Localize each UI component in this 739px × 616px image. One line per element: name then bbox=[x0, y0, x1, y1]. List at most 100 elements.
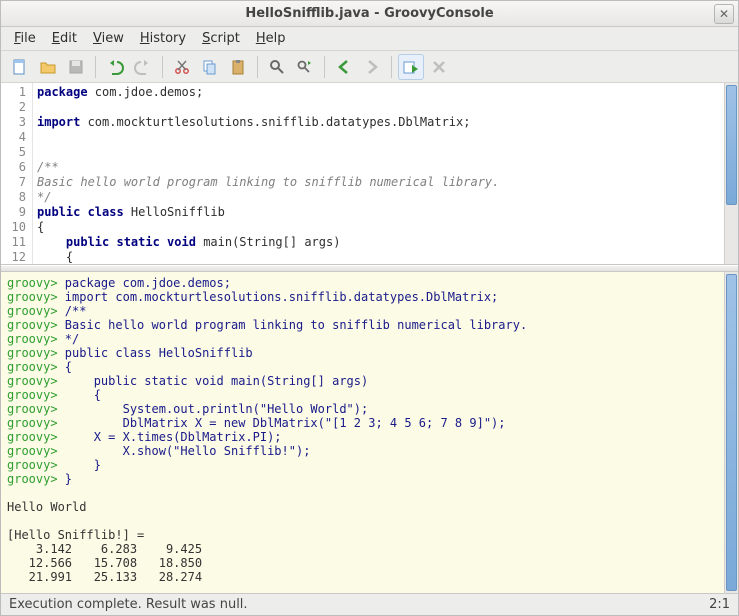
separator bbox=[324, 56, 325, 78]
open-file-button[interactable] bbox=[35, 54, 61, 80]
code-line: /** bbox=[37, 160, 720, 175]
copy-button[interactable] bbox=[197, 54, 223, 80]
code-line: Basic hello world program linking to sni… bbox=[37, 175, 720, 190]
code-line bbox=[37, 100, 720, 115]
undo-button[interactable] bbox=[102, 54, 128, 80]
output-panel: groovy> package com.jdoe.demos;groovy> i… bbox=[1, 272, 738, 593]
output-line: groovy> X.show("Hello Snifflib!"); bbox=[7, 444, 718, 458]
statusbar: Execution complete. Result was null. 2:1 bbox=[1, 593, 738, 615]
output-line: groovy> public static void main(String[]… bbox=[7, 374, 718, 388]
code-line: import com.mockturtlesolutions.snifflib.… bbox=[37, 115, 720, 130]
find-button[interactable] bbox=[264, 54, 290, 80]
code-line: { bbox=[37, 220, 720, 235]
output-line: Hello World bbox=[7, 500, 718, 514]
output-line: groovy> package com.jdoe.demos; bbox=[7, 276, 718, 290]
close-icon: ✕ bbox=[719, 7, 729, 21]
output-line: 3.142 6.283 9.425 bbox=[7, 542, 718, 556]
code-line: */ bbox=[37, 190, 720, 205]
new-file-button[interactable] bbox=[7, 54, 33, 80]
status-message: Execution complete. Result was null. bbox=[9, 597, 248, 612]
toolbar bbox=[1, 51, 738, 83]
code-line: public static void main(String[] args) bbox=[37, 235, 720, 250]
output-line: groovy> System.out.println("Hello World"… bbox=[7, 402, 718, 416]
run-script-button[interactable] bbox=[398, 54, 424, 80]
history-prev-icon bbox=[335, 58, 353, 76]
output-line: groovy> { bbox=[7, 388, 718, 402]
line-number: 4 bbox=[3, 130, 26, 145]
code-line: { bbox=[37, 250, 720, 264]
cut-icon bbox=[173, 58, 191, 76]
save-icon bbox=[67, 58, 85, 76]
replace-icon bbox=[296, 58, 314, 76]
output-text[interactable]: groovy> package com.jdoe.demos;groovy> i… bbox=[1, 272, 724, 593]
output-line bbox=[7, 584, 718, 593]
output-line: groovy> X = X.times(DblMatrix.PI); bbox=[7, 430, 718, 444]
scrollbar-thumb[interactable] bbox=[726, 274, 737, 591]
line-number: 5 bbox=[3, 145, 26, 160]
undo-icon bbox=[106, 58, 124, 76]
output-line: groovy> { bbox=[7, 360, 718, 374]
run-script-icon bbox=[402, 58, 420, 76]
output-line: 12.566 15.708 18.850 bbox=[7, 556, 718, 570]
history-prev-button[interactable] bbox=[331, 54, 357, 80]
menu-script[interactable]: Script bbox=[195, 28, 247, 49]
interrupt-icon bbox=[430, 58, 448, 76]
code-text[interactable]: package com.jdoe.demos; import com.mockt… bbox=[33, 83, 724, 264]
menu-history[interactable]: History bbox=[133, 28, 193, 49]
menubar: File Edit View History Script Help bbox=[1, 27, 738, 51]
window-close-button[interactable]: ✕ bbox=[714, 4, 734, 24]
output-line: groovy> /** bbox=[7, 304, 718, 318]
line-number: 7 bbox=[3, 175, 26, 190]
output-line: groovy> public class HelloSnifflib bbox=[7, 346, 718, 360]
output-line: groovy> DblMatrix X = new DblMatrix("[1 … bbox=[7, 416, 718, 430]
interrupt-button[interactable] bbox=[426, 54, 452, 80]
open-file-icon bbox=[39, 58, 57, 76]
menu-edit[interactable]: Edit bbox=[45, 28, 84, 49]
output-line: groovy> */ bbox=[7, 332, 718, 346]
paste-button[interactable] bbox=[225, 54, 251, 80]
output-line bbox=[7, 514, 718, 528]
output-line: 21.991 25.133 28.274 bbox=[7, 570, 718, 584]
menu-file[interactable]: File bbox=[7, 28, 43, 49]
redo-button[interactable] bbox=[130, 54, 156, 80]
window-title: HelloSnifflib.java - GroovyConsole bbox=[245, 6, 493, 21]
line-number: 9 bbox=[3, 205, 26, 220]
cursor-position: 2:1 bbox=[709, 597, 730, 612]
separator bbox=[391, 56, 392, 78]
window: HelloSnifflib.java - GroovyConsole ✕ Fil… bbox=[0, 0, 739, 616]
history-next-button[interactable] bbox=[359, 54, 385, 80]
output-line: groovy> } bbox=[7, 458, 718, 472]
replace-button[interactable] bbox=[292, 54, 318, 80]
output-line: [Hello Snifflib!] = bbox=[7, 528, 718, 542]
save-button[interactable] bbox=[63, 54, 89, 80]
menu-help[interactable]: Help bbox=[249, 28, 293, 49]
code-line: package com.jdoe.demos; bbox=[37, 85, 720, 100]
separator bbox=[95, 56, 96, 78]
output-scrollbar[interactable] bbox=[724, 272, 738, 593]
line-number-gutter: 123456789101112 bbox=[1, 83, 33, 264]
scrollbar-thumb[interactable] bbox=[726, 85, 737, 205]
output-line: groovy> Basic hello world program linkin… bbox=[7, 318, 718, 332]
line-number: 2 bbox=[3, 100, 26, 115]
output-line: groovy> } bbox=[7, 472, 718, 486]
cut-button[interactable] bbox=[169, 54, 195, 80]
code-line bbox=[37, 145, 720, 160]
editor-scrollbar[interactable] bbox=[724, 83, 738, 264]
find-icon bbox=[268, 58, 286, 76]
code-line: public class HelloSnifflib bbox=[37, 205, 720, 220]
titlebar: HelloSnifflib.java - GroovyConsole ✕ bbox=[1, 1, 738, 27]
code-editor[interactable]: 123456789101112 package com.jdoe.demos; … bbox=[1, 83, 738, 265]
history-next-icon bbox=[363, 58, 381, 76]
separator bbox=[257, 56, 258, 78]
output-line: groovy> import com.mockturtlesolutions.s… bbox=[7, 290, 718, 304]
line-number: 11 bbox=[3, 235, 26, 250]
line-number: 6 bbox=[3, 160, 26, 175]
paste-icon bbox=[229, 58, 247, 76]
separator bbox=[162, 56, 163, 78]
menu-view[interactable]: View bbox=[86, 28, 131, 49]
redo-icon bbox=[134, 58, 152, 76]
output-line bbox=[7, 486, 718, 500]
content-area: 123456789101112 package com.jdoe.demos; … bbox=[1, 83, 738, 593]
line-number: 12 bbox=[3, 250, 26, 265]
splitter[interactable] bbox=[1, 265, 738, 272]
